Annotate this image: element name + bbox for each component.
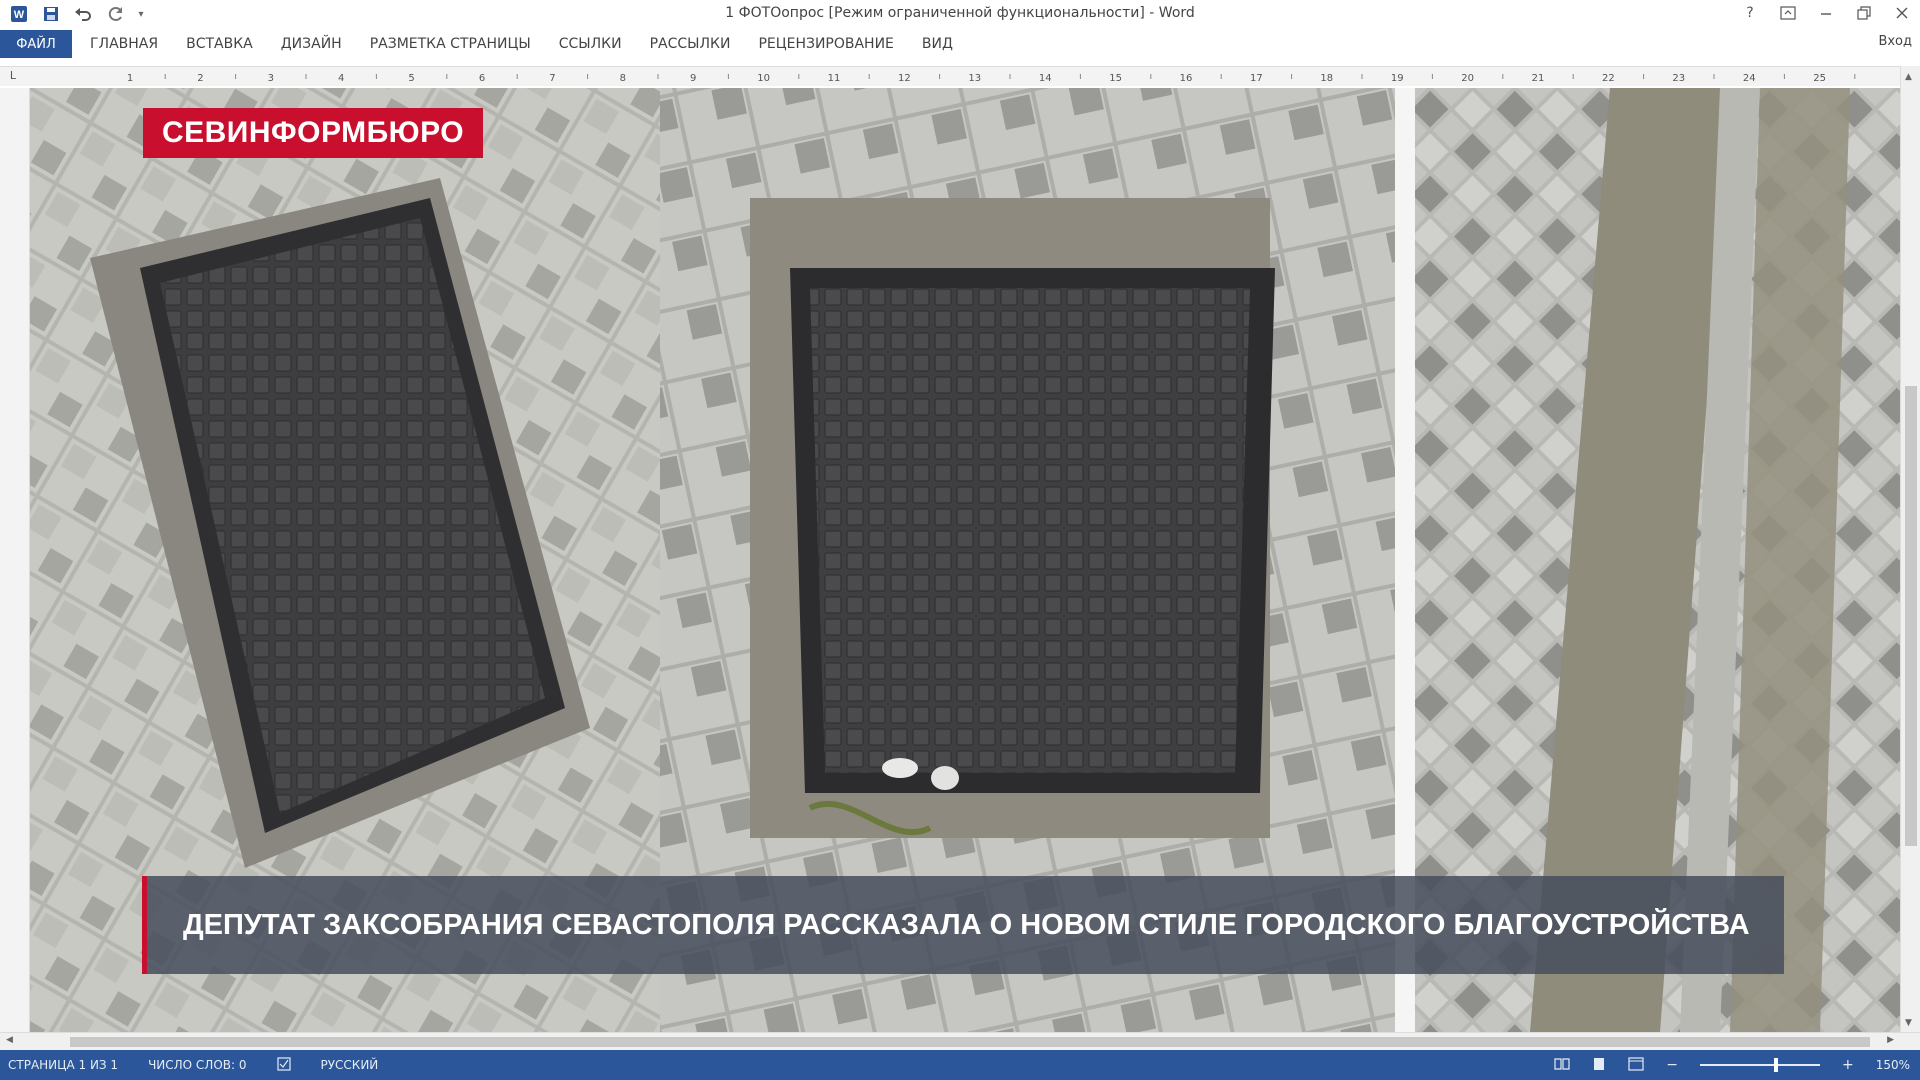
ruler-tick-label: 16 — [1180, 73, 1193, 84]
tab-home[interactable]: ГЛАВНАЯ — [90, 36, 158, 52]
document-page[interactable]: СЕВИНФОРМБЮРО ДЕПУТАТ ЗАКСОБРАНИЯ СЕВАСТ… — [30, 88, 1900, 1032]
ruler-tick-label: 25 — [1813, 73, 1826, 84]
ruler-tick-label: 24 — [1743, 73, 1756, 84]
ruler-tick-label: 8 — [620, 73, 626, 84]
ruler-tick-label: 22 — [1602, 73, 1615, 84]
zoom-in-icon[interactable]: + — [1842, 1057, 1854, 1073]
restore-icon[interactable] — [1854, 2, 1874, 24]
web-layout-icon[interactable] — [1628, 1056, 1644, 1074]
window-title: 1 ФОТОопрос [Режим ограниченной функцион… — [725, 5, 1195, 21]
ruler-tick-label: 14 — [1039, 73, 1052, 84]
ruler-tick-label: 1 — [127, 73, 133, 84]
zoom-level[interactable]: 150% — [1876, 1058, 1910, 1072]
scroll-down-icon[interactable]: ▼ — [1905, 1018, 1912, 1028]
proofing-icon[interactable] — [276, 1056, 291, 1074]
horizontal-ruler[interactable]: L 1 2 3 4 5 6 7 8 9 10 11 12 13 14 15 16 17 18 19 20 21 22 23 2… — [0, 66, 1920, 86]
vertical-scroll-thumb[interactable] — [1905, 386, 1917, 846]
status-bar: СТРАНИЦА 1 ИЗ 1 ЧИСЛО СЛОВ: 0 РУССКИЙ − … — [0, 1050, 1920, 1080]
horizontal-scrollbar[interactable]: ◀ ▶ — [0, 1032, 1920, 1050]
ruler-tick-label: 21 — [1532, 73, 1545, 84]
ruler-tick-label: 18 — [1320, 73, 1333, 84]
minimize-icon[interactable] — [1816, 2, 1836, 24]
tab-references[interactable]: ССЫЛКИ — [559, 36, 622, 52]
sign-in-link[interactable]: Вход — [1878, 34, 1912, 49]
tab-view[interactable]: ВИД — [922, 36, 953, 52]
ruler-tick-label: 13 — [968, 73, 981, 84]
tab-file[interactable]: ФАЙЛ — [0, 30, 72, 58]
ruler-tick-label: 19 — [1391, 73, 1404, 84]
vertical-scrollbar[interactable]: ▲ ▼ — [1900, 66, 1920, 1032]
ruler-scale: 1 2 3 4 5 6 7 8 9 10 11 12 13 14 15 16 17 18 19 20 21 22 23 24 2… — [127, 73, 1856, 84]
status-view-controls: − + 150% — [1554, 1050, 1910, 1080]
news-headline: ДЕПУТАТ ЗАКСОБРАНИЯ СЕВАСТОПОЛЯ РАССКАЗА… — [142, 876, 1784, 974]
zoom-slider[interactable] — [1699, 1058, 1820, 1072]
tab-review[interactable]: РЕЦЕНЗИРОВАНИЕ — [758, 36, 893, 52]
ruler-tick-label: 15 — [1109, 73, 1122, 84]
ruler-tick-label: 11 — [828, 73, 841, 84]
ruler-tick-label: 9 — [690, 73, 696, 84]
ruler-tick-label: 4 — [338, 73, 344, 84]
tab-mailings[interactable]: РАССЫЛКИ — [650, 36, 731, 52]
ruler-tick-label: 7 — [549, 73, 555, 84]
horizontal-scroll-thumb[interactable] — [70, 1037, 1870, 1047]
vertical-ruler[interactable] — [0, 88, 30, 1032]
ruler-tick-label: 17 — [1250, 73, 1263, 84]
ribbon-tabs: ФАЙЛ ГЛАВНАЯ ВСТАВКА ДИЗАЙН РАЗМЕТКА СТР… — [0, 30, 1920, 58]
ruler-tick-label: 5 — [408, 73, 414, 84]
page-count[interactable]: СТРАНИЦА 1 ИЗ 1 — [8, 1058, 118, 1072]
ruler-tick-label: 6 — [479, 73, 485, 84]
tab-page-layout[interactable]: РАЗМЕТКА СТРАНИЦЫ — [370, 36, 531, 52]
language-indicator[interactable]: РУССКИЙ — [321, 1058, 379, 1072]
zoom-out-icon[interactable]: − — [1666, 1057, 1678, 1073]
ruler-tick-label: 12 — [898, 73, 911, 84]
word-count[interactable]: ЧИСЛО СЛОВ: 0 — [148, 1058, 246, 1072]
tab-insert[interactable]: ВСТАВКА — [186, 36, 253, 52]
tab-selector[interactable]: L — [4, 69, 22, 85]
tab-design[interactable]: ДИЗАЙН — [281, 36, 342, 52]
print-layout-icon[interactable] — [1592, 1057, 1606, 1074]
scroll-left-icon[interactable]: ◀ — [6, 1035, 13, 1045]
help-icon[interactable]: ? — [1740, 2, 1760, 24]
ribbon-display-icon[interactable] — [1778, 2, 1798, 24]
close-icon[interactable] — [1892, 2, 1912, 24]
window-controls: ? — [1740, 2, 1912, 24]
scroll-up-icon[interactable]: ▲ — [1905, 72, 1912, 82]
ruler-tick-label: 20 — [1461, 73, 1474, 84]
scroll-right-icon[interactable]: ▶ — [1887, 1035, 1894, 1045]
zoom-slider-thumb[interactable] — [1773, 1058, 1778, 1072]
ruler-tick-label: 23 — [1672, 73, 1685, 84]
ruler-tick-label: 10 — [757, 73, 770, 84]
title-bar: W ▾ 1 ФОТОопрос [Режим ограниченной функ… — [0, 0, 1920, 28]
ruler-tick-label: 2 — [197, 73, 203, 84]
brand-label: СЕВИНФОРМБЮРО — [143, 108, 483, 158]
ruler-tick-label: 3 — [268, 73, 274, 84]
read-mode-icon[interactable] — [1554, 1057, 1570, 1074]
